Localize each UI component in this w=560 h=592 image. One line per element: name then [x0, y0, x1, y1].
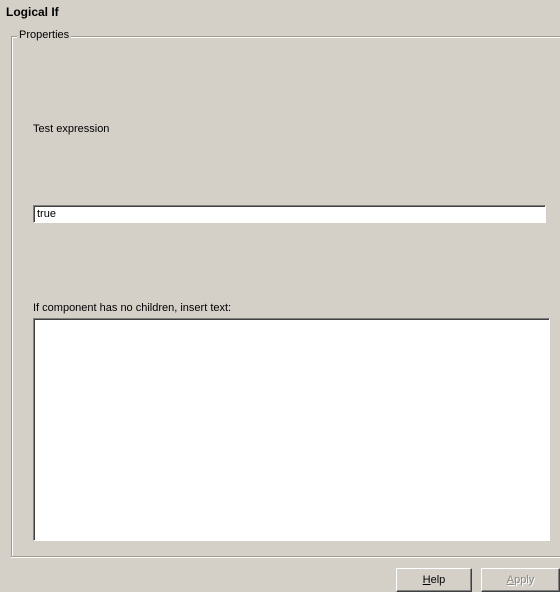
apply-button-mnemonic: A [506, 574, 515, 586]
test-expression-input[interactable] [33, 205, 546, 223]
apply-button-label: pply [514, 574, 535, 586]
properties-group-label: Properties [17, 29, 72, 41]
apply-button[interactable]: Apply [481, 568, 560, 592]
help-button[interactable]: Help [396, 568, 472, 592]
insert-text-label: If component has no children, insert tex… [33, 302, 232, 314]
help-button-label: elp [430, 574, 446, 586]
insert-text-area[interactable] [33, 318, 550, 541]
panel-title: Logical If [6, 5, 59, 19]
help-button-mnemonic: H [422, 574, 431, 586]
test-expression-label: Test expression [33, 123, 110, 135]
